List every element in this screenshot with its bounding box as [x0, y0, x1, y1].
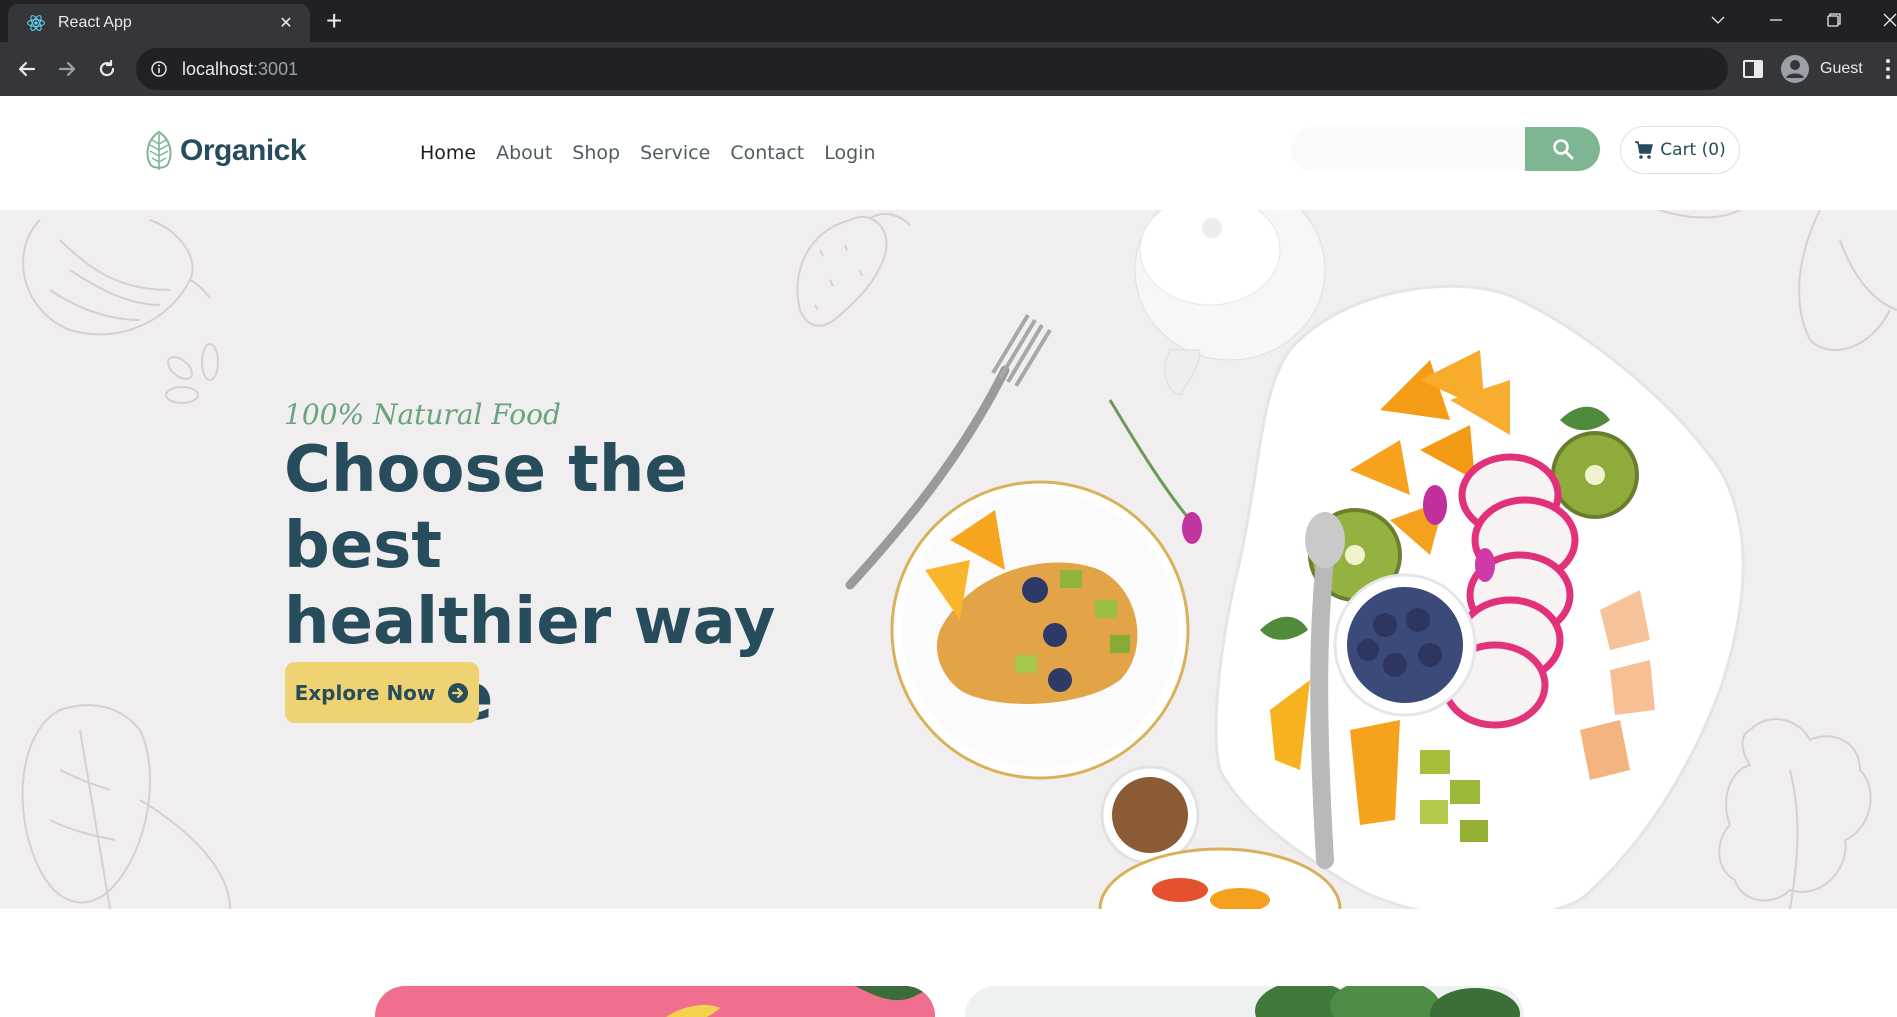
site-header: Organick Home About Shop Service Contact…: [0, 96, 1897, 210]
avatar-icon: [1781, 55, 1809, 83]
forward-button[interactable]: [52, 54, 82, 84]
restore-window-button[interactable]: [1806, 0, 1862, 40]
browser-tab-strip: React App ✕ +: [0, 0, 1897, 42]
nav-contact[interactable]: Contact: [730, 142, 804, 164]
close-tab-icon[interactable]: ✕: [276, 13, 296, 33]
promo-image-right: [1255, 986, 1520, 1017]
nav-service[interactable]: Service: [640, 142, 710, 164]
arrow-left-icon: [18, 61, 36, 77]
react-logo-icon: [27, 15, 45, 31]
browser-tab[interactable]: React App ✕: [8, 4, 310, 42]
search-icon: [1552, 139, 1573, 160]
search-button[interactable]: [1525, 127, 1600, 171]
url-host: localhost: [182, 58, 254, 79]
promo-card-right[interactable]: [965, 986, 1524, 1017]
side-panel-icon[interactable]: [1742, 58, 1764, 80]
site-info-icon[interactable]: [150, 60, 168, 78]
close-window-button[interactable]: [1862, 0, 1897, 40]
search-bar: [1291, 127, 1600, 171]
cart-label: Cart (0): [1660, 140, 1726, 160]
reload-button[interactable]: [92, 54, 122, 84]
back-button[interactable]: [12, 54, 42, 84]
leaf-logo-icon: [146, 130, 172, 170]
cart-icon: [1635, 141, 1654, 159]
page-viewport: Organick Home About Shop Service Contact…: [0, 96, 1897, 1017]
tab-search-chevron-icon[interactable]: [1690, 0, 1746, 40]
more-menu-icon[interactable]: [1884, 56, 1892, 82]
arrow-circle-right-icon: [448, 682, 469, 703]
nav-home[interactable]: Home: [420, 142, 476, 164]
explore-now-label: Explore Now: [294, 680, 436, 705]
nav-about[interactable]: About: [496, 142, 552, 164]
tab-title: React App: [58, 14, 132, 31]
url-port: :3001: [253, 58, 299, 79]
minimize-window-button[interactable]: [1748, 0, 1804, 40]
hero-tagline: 100% Natural Food: [284, 398, 561, 431]
hero-section: 100% Natural Food Choose the best health…: [0, 210, 1897, 909]
promo-image-left: [666, 986, 935, 1017]
main-nav: Home About Shop Service Contact Login: [420, 142, 876, 164]
cart-button[interactable]: Cart (0): [1620, 126, 1740, 174]
fruit-platter-image: [845, 210, 1745, 909]
address-bar[interactable]: localhost:3001: [136, 48, 1728, 90]
headline-line: healthier way: [284, 585, 776, 659]
browser-toolbar: localhost:3001 Guest: [0, 42, 1897, 96]
brand-logo[interactable]: Organick: [144, 130, 307, 172]
nav-shop[interactable]: Shop: [572, 142, 620, 164]
nav-login[interactable]: Login: [824, 142, 875, 164]
profile-button[interactable]: Guest: [1780, 51, 1863, 87]
headline-line: Choose the best: [284, 433, 688, 583]
new-tab-button[interactable]: +: [326, 6, 342, 36]
search-input[interactable]: [1291, 127, 1525, 171]
arrow-right-icon: [58, 61, 76, 77]
reload-icon: [99, 59, 115, 77]
profile-name: Guest: [1820, 60, 1863, 77]
explore-now-button[interactable]: Explore Now: [285, 662, 479, 723]
brand-name: Organick: [180, 134, 307, 167]
promo-card-left[interactable]: [375, 986, 935, 1017]
